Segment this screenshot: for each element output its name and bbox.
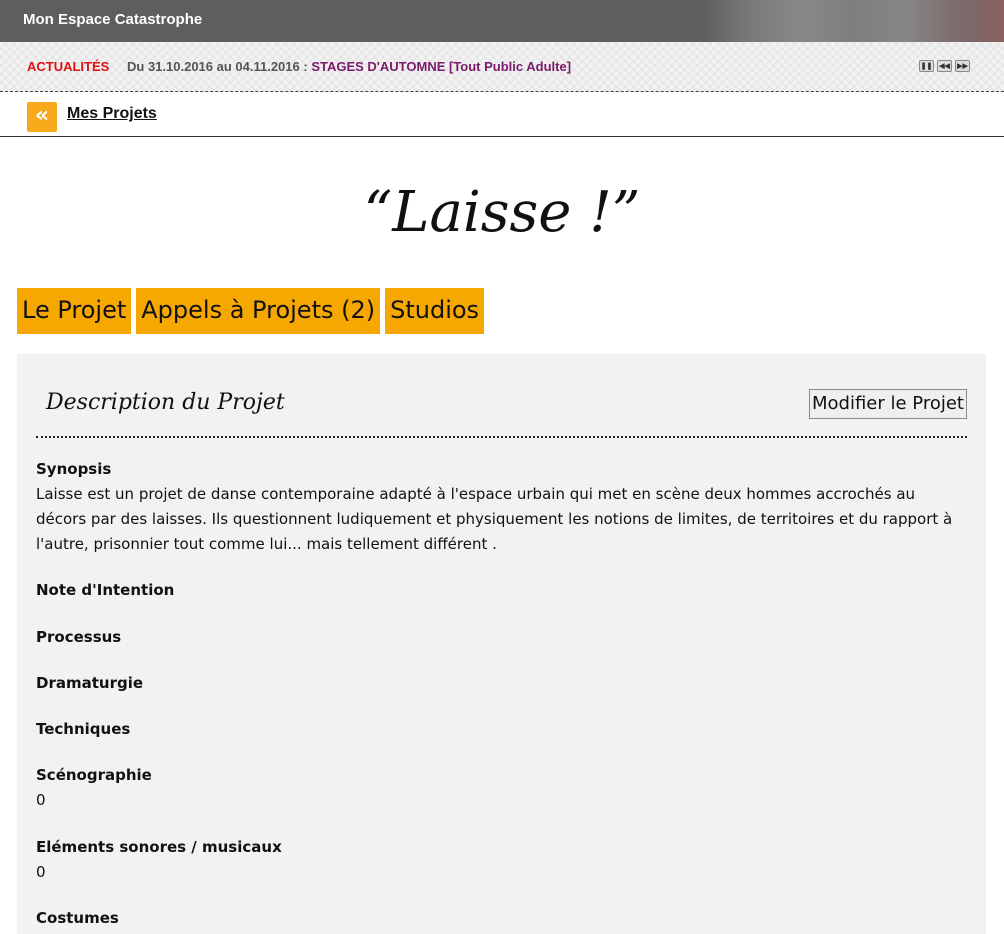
previous-icon[interactable]: ◀◀ <box>937 60 952 72</box>
section-process: Processus <box>36 625 966 650</box>
section-label: Note d'Intention <box>36 581 175 599</box>
section-label: Costumes <box>36 909 119 927</box>
panel-heading: Description du Projet <box>46 390 285 415</box>
section-costumes: Costumes <box>36 906 966 931</box>
section-value: Laisse est un projet de danse contempora… <box>36 485 953 553</box>
project-tabs: Le Projet Appels à Projets (2) Studios <box>17 288 485 334</box>
section-label: Scénographie <box>36 766 152 784</box>
news-item[interactable]: Du 31.10.2016 au 04.11.2016 : STAGES D'A… <box>127 59 571 74</box>
panel-header: Description du Projet Modifier le Projet <box>36 388 967 438</box>
section-label: Synopsis <box>36 460 112 478</box>
news-ticker: ACTUALITÉS Du 31.10.2016 au 04.11.2016 :… <box>0 42 1004 92</box>
back-icon[interactable]: « <box>27 102 57 132</box>
section-dramaturgy: Dramaturgie <box>36 671 966 696</box>
news-controls: ❚❚ ◀◀ ▶▶ <box>919 60 970 72</box>
section-label: Processus <box>36 628 122 646</box>
section-synopsis: Synopsis Laisse est un projet de danse c… <box>36 457 966 557</box>
section-scenography: Scénographie 0 <box>36 763 966 813</box>
next-icon[interactable]: ▶▶ <box>955 60 970 72</box>
section-intention: Note d'Intention <box>36 578 966 603</box>
news-text[interactable]: STAGES D'AUTOMNE [Tout Public Adulte] <box>311 59 571 74</box>
page-title: “Laisse !” <box>363 180 641 245</box>
section-label: Dramaturgie <box>36 674 144 692</box>
news-label: ACTUALITÉS <box>27 59 110 74</box>
edit-project-button[interactable]: Modifier le Projet <box>809 389 967 419</box>
my-projects-link[interactable]: Mes Projets <box>67 105 157 123</box>
section-techniques: Techniques <box>36 717 966 742</box>
section-value: 0 <box>36 863 46 881</box>
section-label: Techniques <box>36 720 131 738</box>
app-title: Mon Espace Catastrophe <box>23 11 203 28</box>
tab-calls-for-projects[interactable]: Appels à Projets (2) <box>136 288 381 334</box>
section-value: 0 <box>36 791 46 809</box>
breadcrumb: « Mes Projets <box>0 92 1004 137</box>
tab-studios[interactable]: Studios <box>385 288 485 334</box>
section-label: Eléments sonores / musicaux <box>36 838 282 856</box>
section-sound: Eléments sonores / musicaux 0 <box>36 835 966 885</box>
top-bar: Mon Espace Catastrophe <box>0 0 1004 42</box>
pause-icon[interactable]: ❚❚ <box>919 60 934 72</box>
tab-project[interactable]: Le Projet <box>17 288 132 334</box>
project-description-panel: Description du Projet Modifier le Projet… <box>17 354 986 934</box>
news-date: Du 31.10.2016 au 04.11.2016 : <box>127 59 312 74</box>
